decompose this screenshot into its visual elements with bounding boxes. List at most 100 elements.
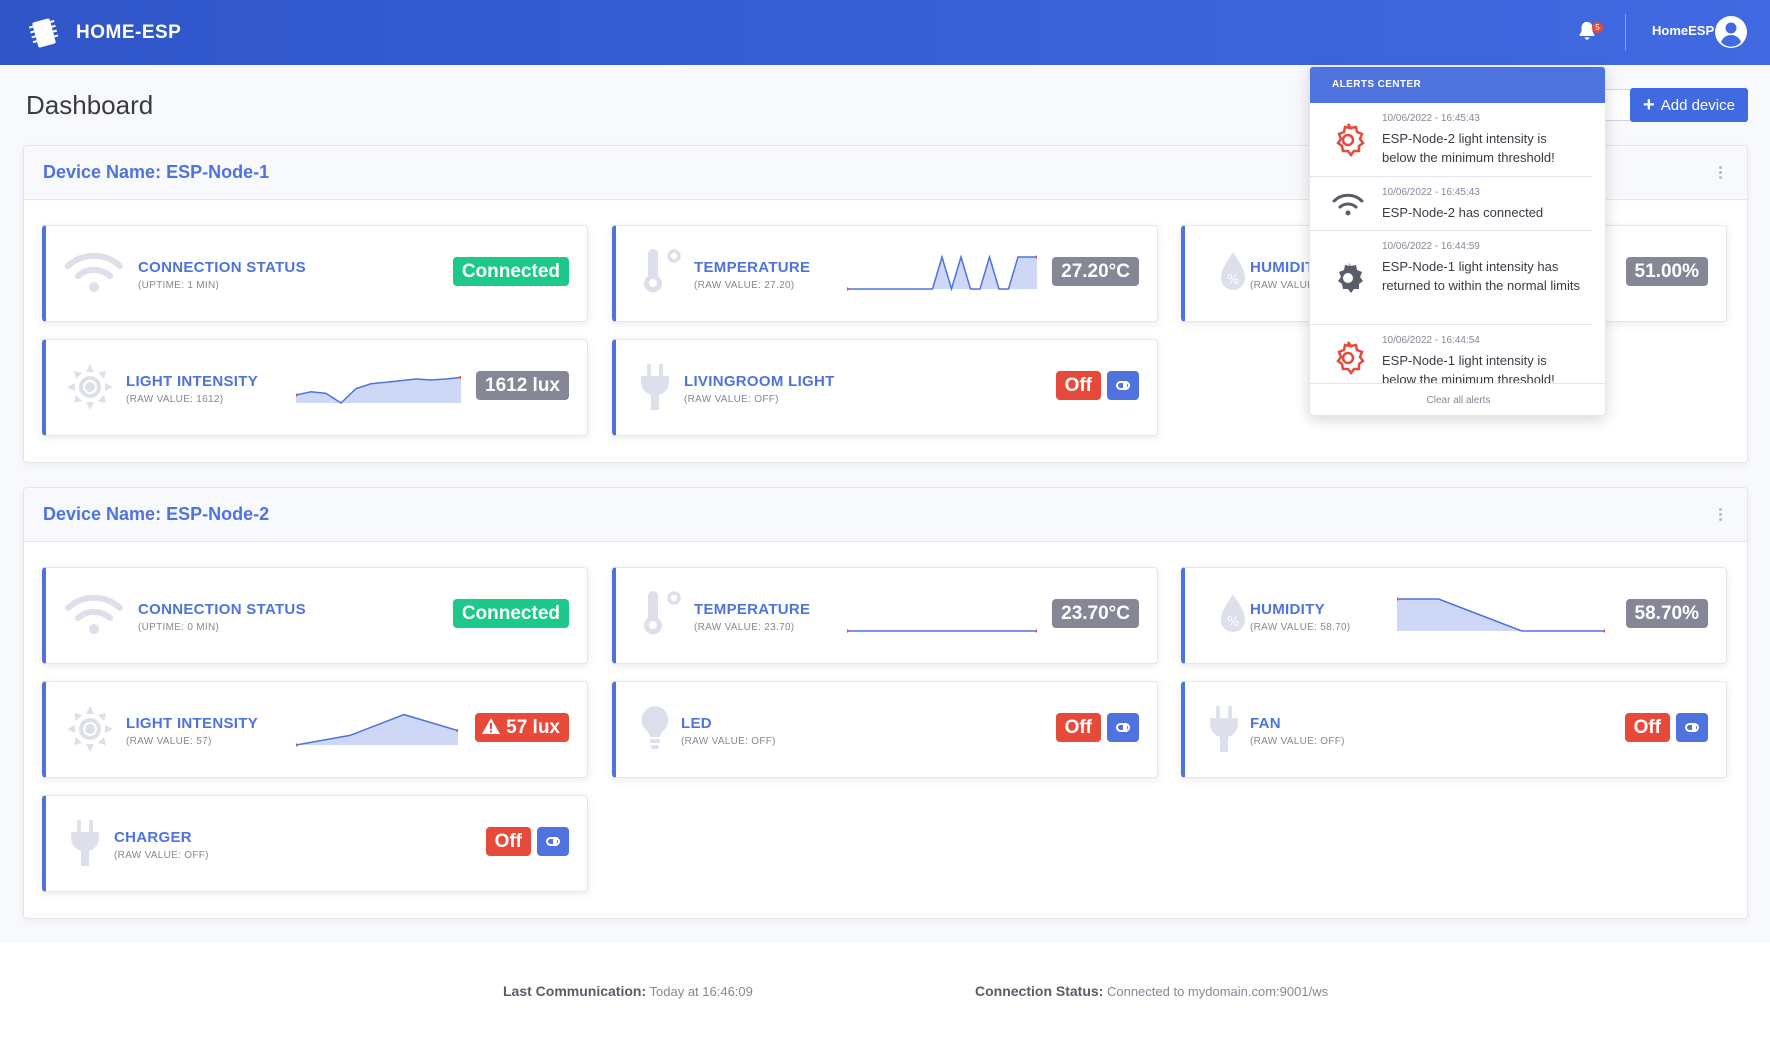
card-subtitle: (RAW VALUE: OFF) — [681, 736, 776, 747]
footer: Last Communication: Today at 16:46:09 Co… — [0, 943, 1770, 1039]
alerts-list: 10/06/2022 - 16:45:43 ESP-Node-2 light i… — [1310, 103, 1592, 383]
toggle-switch-button[interactable] — [537, 827, 569, 856]
light-sparkline — [296, 375, 461, 404]
alerts-header: ALERTS CENTER — [1310, 67, 1605, 103]
notification-badge: 5 — [1592, 22, 1603, 33]
topbar-divider — [1625, 14, 1626, 50]
light-intensity-card: LIGHT INTENSITY (RAW VALUE: 57) 57 lux — [42, 681, 588, 778]
humidity-value-badge: 58.70% — [1625, 599, 1708, 628]
alert-item[interactable]: 10/06/2022 - 16:45:43 ESP-Node-2 light i… — [1310, 103, 1592, 177]
sparkline-endpoint — [1035, 629, 1037, 633]
wifi-icon — [65, 252, 123, 292]
toggle-switch-button[interactable] — [1107, 371, 1139, 400]
page-title: Dashboard — [26, 90, 154, 120]
add-device-button[interactable]: + Add device — [1630, 88, 1748, 122]
alert-time: 10/06/2022 - 16:44:59 — [1382, 241, 1480, 252]
alert-text: ESP-Node-1 light intensity has returned … — [1382, 259, 1580, 293]
last-communication: Last Communication: Today at 16:46:09 — [503, 983, 753, 999]
svg-text:%: % — [1227, 273, 1239, 288]
livingroom-light-card: LIVINGROOM LIGHT (RAW VALUE: OFF) Off — [612, 339, 1158, 436]
alert-time: 10/06/2022 - 16:44:54 — [1382, 335, 1480, 346]
alert-text: ESP-Node-1 light intensity is below the … — [1382, 353, 1555, 383]
card-title: LIGHT INTENSITY — [126, 373, 258, 390]
card-subtitle: (RAW VALUE: 27.20) — [694, 280, 795, 291]
switch-state-badge: Off — [485, 827, 531, 856]
light-alert-badge: 57 lux — [474, 713, 569, 742]
card-subtitle: (RAW VALUE: OFF) — [684, 394, 779, 405]
temperature-value-badge: 27.20°C — [1052, 257, 1139, 286]
fan-card: FAN (RAW VALUE: OFF) Off — [1181, 681, 1727, 778]
wifi-icon — [65, 594, 123, 634]
sparkline-endpoint — [1603, 629, 1605, 633]
gear-icon — [1338, 262, 1363, 293]
sparkline-endpoint — [847, 287, 849, 291]
card-subtitle: (RAW VALUE: 58.70) — [1250, 622, 1351, 633]
device-section-header: Device Name: ESP-Node-2 — [24, 488, 1747, 542]
light-value: 57 lux — [506, 717, 560, 738]
alert-text: ESP-Node-2 has connected — [1382, 205, 1544, 220]
humidity-sparkline — [1397, 597, 1605, 633]
alert-item[interactable]: 10/06/2022 - 16:44:54 ESP-Node-1 light i… — [1310, 325, 1592, 383]
alert-time: 10/06/2022 - 16:45:43 — [1382, 113, 1480, 124]
card-title: LED — [681, 715, 712, 732]
switch-state-badge: Off — [1055, 371, 1101, 400]
card-subtitle: (UPTIME: 1 MIN) — [138, 280, 220, 291]
card-title: TEMPERATURE — [694, 601, 811, 618]
card-subtitle: (RAW VALUE: 57) — [126, 736, 212, 747]
sparkline-area — [1397, 599, 1605, 631]
device-section-node2: Device Name: ESP-Node-2 CONNECTION STATU… — [23, 487, 1748, 919]
toggle-icon — [1116, 381, 1130, 390]
top-navbar: HOME-ESP 5 HomeESP — [0, 0, 1770, 65]
card-subtitle: (RAW VALUE: OFF) — [114, 850, 209, 861]
last-communication-label: Last Communication: — [503, 983, 647, 999]
user-avatar-icon[interactable] — [1715, 16, 1747, 48]
card-subtitle: (RAW VALUE: 1612) — [126, 394, 224, 405]
alert-item[interactable]: 10/06/2022 - 16:44:59 ESP-Node-1 light i… — [1310, 231, 1592, 325]
chip-logo-icon — [28, 18, 59, 47]
brand[interactable]: HOME-ESP — [26, 15, 181, 51]
sun-icon — [67, 706, 113, 752]
card-title: FAN — [1250, 715, 1281, 732]
temperature-sparkline — [847, 254, 1037, 292]
toggle-icon — [1685, 723, 1699, 732]
alerts-dropdown: ALERTS CENTER 10/06/2022 - 16:45:43 ESP-… — [1309, 66, 1606, 416]
connection-status-value: Connected to mydomain.com:9001/ws — [1106, 984, 1329, 999]
sparkline-endpoint — [847, 629, 849, 633]
led-card: LED (RAW VALUE: OFF) Off — [612, 681, 1158, 778]
sparkline-endpoint — [296, 743, 298, 747]
last-communication-value: Today at 16:46:09 — [649, 984, 753, 999]
alert-item[interactable]: 10/06/2022 - 16:45:43 ESP-Node-2 has con… — [1310, 177, 1592, 231]
connection-status-badge: Connected — [452, 599, 569, 628]
brand-name: HOME-ESP — [76, 21, 182, 43]
add-device-label: Add device — [1660, 96, 1735, 114]
alert-text: ESP-Node-2 light intensity is below the … — [1382, 131, 1555, 165]
card-title: CONNECTION STATUS — [138, 601, 306, 618]
light-value-badge: 1612 lux — [476, 371, 569, 400]
clear-all-alerts-link[interactable]: Clear all alerts — [1310, 383, 1605, 415]
svg-text:%: % — [1227, 615, 1239, 630]
toggle-switch-button[interactable] — [1107, 713, 1139, 742]
sparkline-area — [847, 257, 1037, 289]
toggle-switch-button[interactable] — [1676, 713, 1708, 742]
temperature-card: TEMPERATURE (RAW VALUE: 27.20) 27.20°C — [612, 225, 1158, 322]
card-title: CHARGER — [114, 829, 192, 846]
connection-status-footer: Connection Status: Connected to mydomain… — [975, 983, 1328, 999]
connection-status-card: CONNECTION STATUS (UPTIME: 0 MIN) Connec… — [42, 567, 588, 664]
device-name-title: Device Name: ESP-Node-2 — [43, 504, 270, 524]
humidity-card: % HUMIDITY (RAW VALUE: 58.70) 58.70% — [1181, 567, 1727, 664]
more-options-icon[interactable] — [1719, 164, 1723, 182]
card-title: TEMPERATURE — [694, 259, 811, 276]
toggle-icon — [1116, 723, 1130, 732]
more-options-icon[interactable] — [1719, 506, 1723, 524]
alert-time: 10/06/2022 - 16:45:43 — [1382, 187, 1480, 198]
plus-icon: + — [1643, 94, 1655, 116]
connection-status-card: CONNECTION STATUS (UPTIME: 1 MIN) Connec… — [42, 225, 588, 322]
card-title: HUMIDITY — [1250, 601, 1325, 618]
temperature-sparkline — [847, 629, 1037, 633]
user-name[interactable]: HomeESP — [1652, 23, 1714, 38]
card-title: LIVINGROOM LIGHT — [684, 373, 835, 390]
gear-alert-icon — [1336, 341, 1365, 375]
humidity-value-badge: 51.00% — [1625, 257, 1708, 286]
switch-state-badge: Off — [1055, 713, 1101, 742]
sparkline-area — [296, 377, 461, 403]
